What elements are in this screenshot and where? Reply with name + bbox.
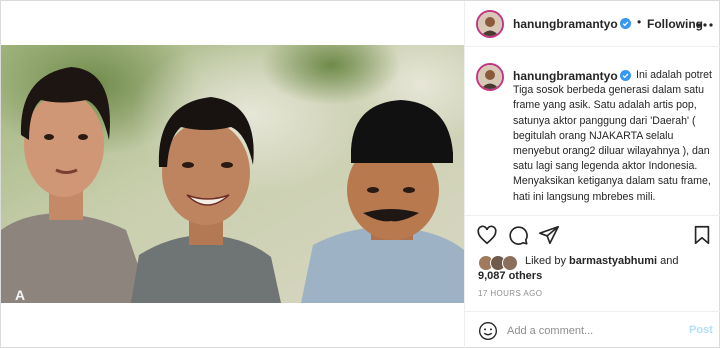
author-username[interactable]: hanungbramantyo: [513, 17, 618, 31]
share-button[interactable]: [538, 224, 560, 246]
add-comment-bar: Post: [465, 311, 720, 348]
like-button[interactable]: [476, 224, 498, 246]
instagram-post: A hanungbramantyo • Following hanungbram…: [0, 0, 720, 348]
bookmark-icon: [694, 225, 710, 245]
following-button[interactable]: Following: [647, 17, 703, 31]
caption-avatar-image: [478, 65, 502, 89]
liked-by-text: Liked by barmastyabhumi and: [525, 255, 678, 267]
post-actions: [465, 215, 720, 251]
more-options-icon[interactable]: [697, 23, 713, 27]
liker-avatar[interactable]: [502, 255, 518, 271]
post-caption: hanungbramantyo Ini adalah potret Tiga s…: [465, 47, 720, 213]
comment-button[interactable]: [507, 224, 529, 246]
liker-avatars: [478, 255, 522, 271]
caption-text: Ini adalah potret Tiga sosok berbeda gen…: [513, 69, 712, 203]
caption-avatar[interactable]: [476, 63, 504, 91]
save-button[interactable]: [691, 224, 713, 246]
comment-input[interactable]: [507, 322, 677, 340]
post-photo-image: A: [1, 45, 464, 303]
smiley-icon[interactable]: [478, 321, 498, 341]
heart-icon: [477, 225, 497, 245]
post-side-panel: hanungbramantyo • Following hanungbraman…: [464, 1, 720, 348]
post-timestamp[interactable]: 17 HOURS AGO: [478, 289, 542, 298]
svg-text:A: A: [15, 287, 25, 303]
liked-by-suffix: and: [657, 255, 679, 267]
likes-count[interactable]: 9,087 others: [478, 270, 542, 282]
author-avatar-image: [478, 12, 502, 36]
post-photo[interactable]: A: [1, 45, 464, 303]
liked-by-user[interactable]: barmastyabhumi: [569, 255, 657, 267]
header-separator: •: [637, 15, 642, 29]
post-header: hanungbramantyo • Following: [465, 1, 720, 47]
verified-badge-icon: [620, 18, 631, 29]
post-comment-button[interactable]: Post: [689, 324, 713, 336]
comment-bubble-icon: [509, 226, 528, 245]
liked-by-prefix: Liked by: [525, 255, 570, 267]
paper-plane-icon: [539, 225, 559, 245]
likes-summary: Liked by barmastyabhumi and 9,087 others: [465, 251, 720, 285]
author-avatar[interactable]: [476, 10, 504, 38]
